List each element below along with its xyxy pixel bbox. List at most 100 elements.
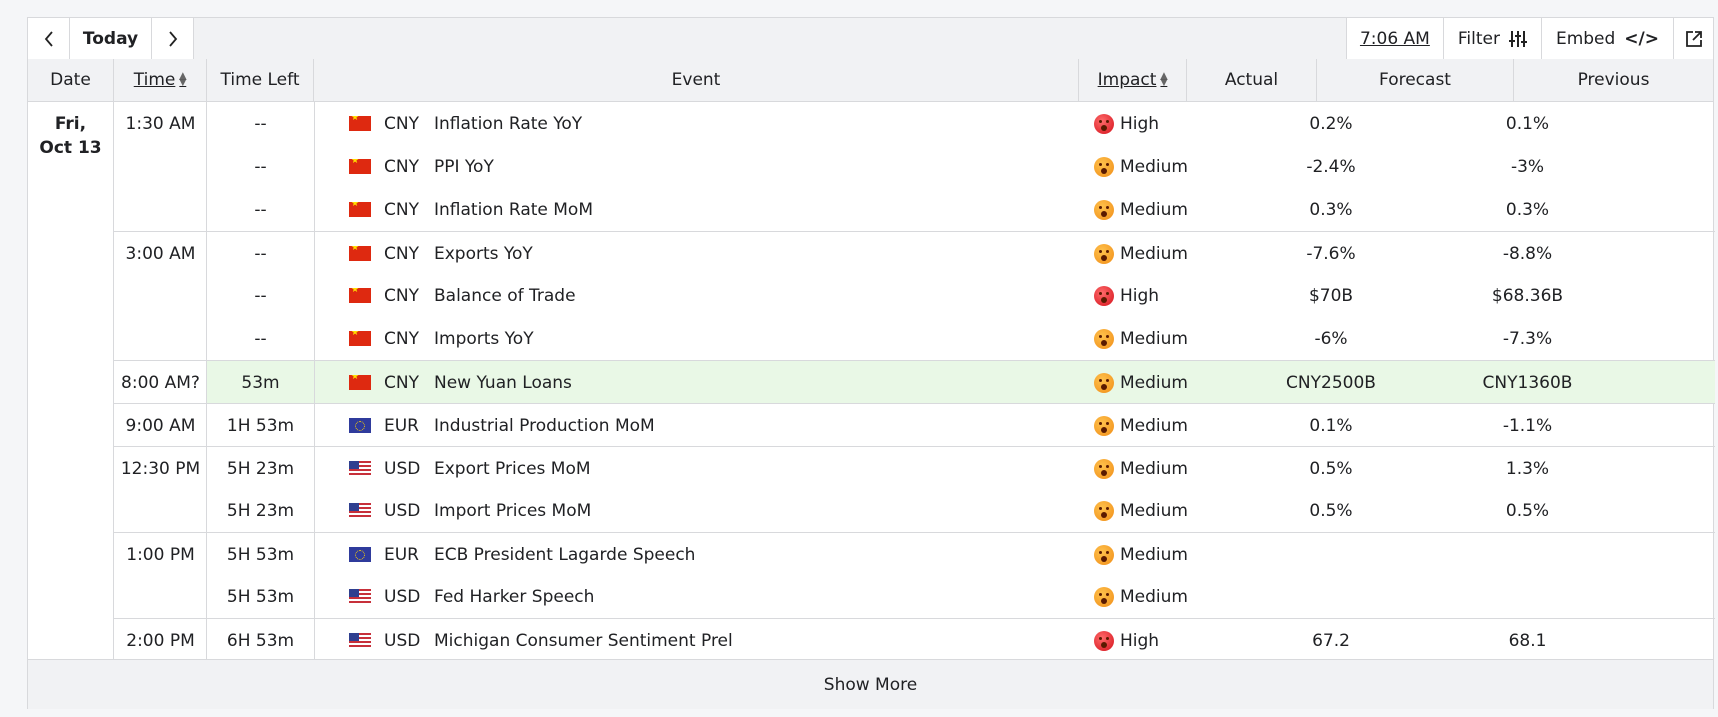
impact-label: Medium	[1120, 199, 1188, 220]
row-forecast: -7.6%	[1306, 243, 1356, 264]
chevron-right-icon	[168, 30, 177, 47]
row-currency: CNY	[384, 285, 419, 306]
impact-medium-icon	[1094, 156, 1114, 177]
row-time-left: 6H 53m	[226, 630, 295, 651]
table-row[interactable]: 1:00 PM 5H 53m EUR ECB President Lagarde Sp…	[114, 532, 1715, 576]
date-group: Fri, Oct 13	[28, 102, 114, 659]
impact-label: Medium	[1120, 544, 1188, 565]
row-impact: Medium	[1094, 145, 1224, 188]
row-previous: -7.3%	[1502, 328, 1553, 349]
row-impact: Medium	[1094, 188, 1224, 231]
impact-medium-icon	[1094, 199, 1114, 220]
flag-eu-icon	[349, 418, 371, 433]
sort-desc-icon: ▲ ▼	[179, 71, 187, 88]
flag-us-icon	[349, 589, 371, 604]
row-event-link[interactable]: Imports YoY	[434, 317, 1034, 360]
today-button[interactable]: Today	[70, 18, 152, 59]
row-flag	[349, 404, 371, 447]
flag-eu-icon	[349, 547, 371, 562]
row-currency: CNY	[384, 113, 419, 134]
flag-cn-icon	[349, 202, 371, 217]
toolbar: Today 7:06 AM Filter Embed </>	[28, 18, 1713, 60]
row-event-link[interactable]: Import Prices MoM	[434, 489, 1034, 532]
impact-label: Medium	[1120, 243, 1188, 264]
flag-cn-icon	[349, 375, 371, 390]
header-time-left: Time Left	[207, 59, 314, 101]
row-event-link[interactable]: New Yuan Loans	[434, 361, 1034, 404]
table-row[interactable]: 8:00 AM?53mCNYNew Yuan LoansMediumCNY250…	[114, 360, 1715, 404]
prev-day-button[interactable]	[28, 18, 70, 59]
filter-button[interactable]: Filter	[1442, 18, 1541, 59]
row-event-link[interactable]: Inflation Rate MoM	[434, 188, 1034, 231]
row-event-link[interactable]: ECB President Lagarde Speech	[434, 533, 1034, 576]
header-event: Event	[314, 59, 1079, 101]
row-flag	[349, 361, 371, 404]
header-impact[interactable]: Impact ▲ ▼	[1079, 59, 1187, 101]
impact-label: Medium	[1120, 458, 1188, 479]
row-impact: Medium	[1094, 447, 1224, 490]
header-time[interactable]: Time ▲ ▼	[114, 59, 207, 101]
impact-medium-icon	[1094, 415, 1114, 436]
flag-us-icon	[349, 461, 371, 476]
row-event-link[interactable]: Industrial Production MoM	[434, 404, 1034, 447]
time-column	[114, 102, 207, 659]
row-time-left: --	[254, 199, 267, 220]
row-currency: EUR	[384, 544, 419, 565]
chevron-left-icon	[44, 30, 53, 47]
row-previous: CNY1360B	[1482, 372, 1573, 393]
row-previous: 1.3%	[1505, 458, 1550, 479]
row-previous: 0.5%	[1505, 500, 1550, 521]
row-flag	[349, 102, 371, 145]
table-row[interactable]: 2:00 PM 6H 53m USD Michigan Consumer Sentim…	[114, 618, 1715, 662]
row-time-left: 5H 23m	[226, 500, 295, 521]
row-time-left: 53m	[241, 372, 280, 393]
row-previous: $68.36B	[1491, 285, 1564, 306]
table-row[interactable]: 5H 23m USD Import Prices MoM Medium 0.5% 0.5%	[114, 489, 1715, 532]
table-header: Date Time ▲ ▼ Time Left Event Impact ▲ ▼ Act…	[28, 59, 1713, 102]
row-event-link[interactable]: Fed Harker Speech	[434, 575, 1034, 618]
row-forecast: 67.2	[1312, 630, 1350, 651]
header-previous: Previous	[1577, 70, 1650, 90]
embed-label: Embed	[1555, 28, 1616, 49]
row-event-link[interactable]: Michigan Consumer Sentiment Prel	[434, 619, 1034, 662]
row-event-link[interactable]: Balance of Trade	[434, 274, 1034, 317]
table-row[interactable]: 12:30 PM 5H 23m USD Export Prices MoM Medium…	[114, 446, 1715, 490]
next-day-button[interactable]	[152, 18, 194, 59]
row-event-link[interactable]: Export Prices MoM	[434, 447, 1034, 490]
row-event-link[interactable]: PPI YoY	[434, 145, 1034, 188]
row-flag	[349, 188, 371, 231]
table-row[interactable]: -- CNY Inflation Rate MoM Medium 0.3% 0.3%	[114, 188, 1715, 231]
impact-label: High	[1120, 113, 1160, 134]
current-time-link[interactable]: 7:06 AM	[1345, 18, 1443, 59]
table-row[interactable]: -- CNY Imports YoY Medium -6% -7.3%	[114, 317, 1715, 360]
row-time-left: 1H 53m	[226, 415, 295, 436]
row-time-left: --	[254, 328, 267, 349]
impact-label: Medium	[1120, 586, 1188, 607]
table-row[interactable]: -- CNY Balance of Trade High $70B $68.36B	[114, 274, 1715, 317]
flag-cn-icon	[349, 116, 371, 131]
row-impact: High	[1094, 619, 1224, 662]
row-flag	[349, 533, 371, 576]
table-row[interactable]: 3:00 AM--CNYExports YoYMedium-7.6%-8.8%	[114, 231, 1715, 275]
impact-high-icon	[1094, 113, 1114, 134]
row-time-left: 5H 53m	[226, 544, 295, 565]
row-currency: USD	[384, 630, 421, 651]
open-external-button[interactable]	[1673, 18, 1713, 59]
row-currency: CNY	[384, 156, 419, 177]
table-row[interactable]: 1:30 AM--CNYInflation Rate YoYHigh0.2%0.…	[114, 102, 1715, 145]
row-forecast: 0.2%	[1309, 113, 1353, 134]
row-currency: CNY	[384, 372, 419, 393]
flag-cn-icon	[349, 159, 371, 174]
row-impact: Medium	[1094, 317, 1224, 360]
show-more-button[interactable]: Show More	[28, 659, 1713, 709]
row-event-link[interactable]: Exports YoY	[434, 232, 1034, 275]
table-row[interactable]: 5H 53m USD Fed Harker Speech Medium	[114, 575, 1715, 618]
embed-button[interactable]: Embed </>	[1540, 18, 1673, 59]
row-previous: 68.1	[1508, 630, 1547, 651]
table-row[interactable]: -- CNY PPI YoY Medium -2.4% -3%	[114, 145, 1715, 188]
impact-medium-icon	[1094, 544, 1114, 565]
table-row[interactable]: 9:00 AM 1H 53m EUR Industrial Production Mo…	[114, 403, 1715, 447]
impact-medium-icon	[1094, 243, 1114, 264]
row-event-link[interactable]: Inflation Rate YoY	[434, 102, 1034, 145]
impact-medium-icon	[1094, 586, 1114, 607]
